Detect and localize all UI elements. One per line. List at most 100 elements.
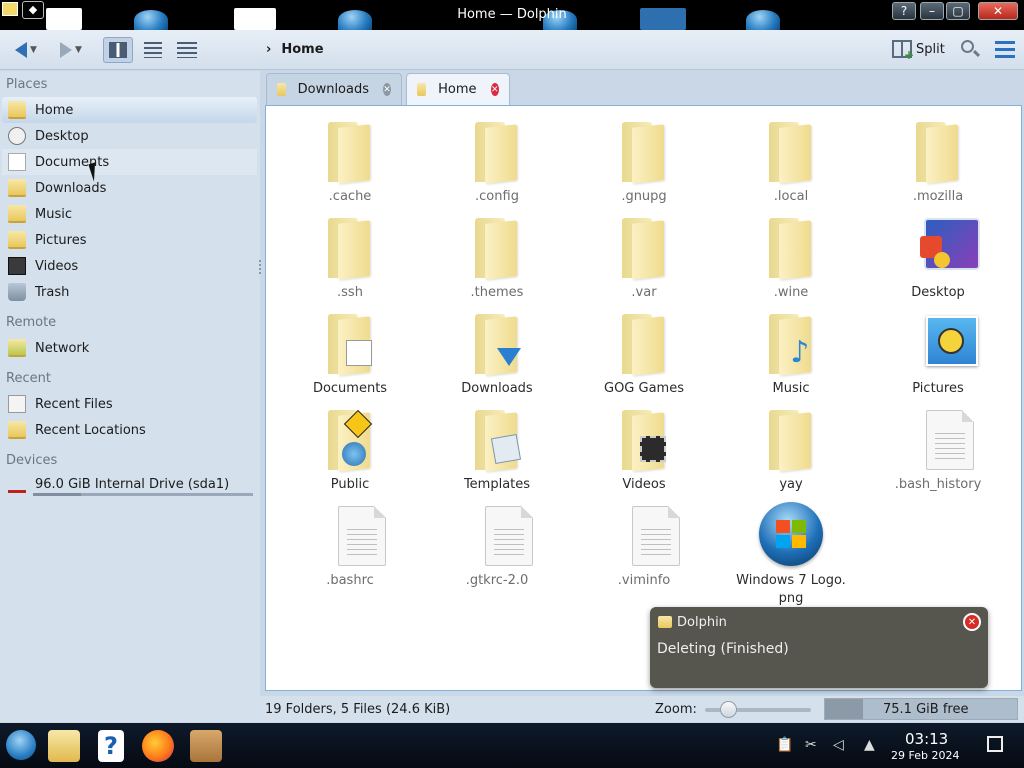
forward-arrow-icon	[60, 42, 73, 58]
desktop-icon	[920, 214, 982, 276]
breadcrumb-home[interactable]: Home	[281, 42, 323, 57]
file-item-documents[interactable]: Documents	[280, 304, 420, 398]
details-view-icon	[177, 42, 197, 58]
sidebar-item-label: Desktop	[35, 128, 89, 144]
file-item-ssh[interactable]: .ssh	[280, 208, 420, 302]
tab-home[interactable]: Home ✕	[406, 73, 510, 105]
file-item-downloads[interactable]: Downloads	[427, 304, 567, 398]
downloads-icon	[8, 179, 26, 197]
clock-time[interactable]: 03:13	[905, 730, 948, 748]
file-name-label: .ssh	[337, 285, 363, 300]
firefox-icon[interactable]	[142, 730, 174, 762]
notification-message: Deleting (Finished)	[657, 641, 789, 657]
sidebar-item-downloads[interactable]: Downloads	[2, 175, 257, 201]
sidebar-item-trash[interactable]: Trash	[2, 279, 257, 305]
file-item-videos[interactable]: Videos	[574, 400, 714, 494]
folder-icon	[328, 314, 372, 376]
file-name-label: Public	[330, 477, 370, 492]
sidebar-item-documents[interactable]: Documents	[2, 149, 257, 175]
volume-icon[interactable]: ◁	[833, 737, 844, 753]
tray-expand-icon[interactable]: ▲	[864, 737, 875, 753]
minimize-button[interactable]: –	[920, 2, 944, 20]
clock-date[interactable]: 29 Feb 2024	[891, 749, 959, 762]
file-item-local[interactable]: .local	[721, 112, 861, 206]
clipboard-icon[interactable]: 📋	[776, 737, 793, 753]
close-tab-icon[interactable]: ✕	[383, 83, 391, 96]
file-item-config[interactable]: .config	[427, 112, 567, 206]
templates-icon	[490, 433, 522, 465]
sidebar-item-music[interactable]: Music	[2, 201, 257, 227]
chevron-down-icon[interactable]: ▼	[30, 45, 37, 55]
back-button[interactable]: ▼	[8, 37, 44, 63]
sidebar-item-videos[interactable]: Videos	[2, 253, 257, 279]
tab-bar: Downloads ✕ Home ✕	[264, 71, 1024, 105]
sidebar-item-recent-files[interactable]: Recent Files	[2, 391, 257, 417]
sidebar-item-label: Music	[35, 206, 72, 222]
compact-view-button[interactable]	[138, 37, 168, 63]
file-view[interactable]: .cache .config .gnupg .local .mozilla .ssh .th…	[265, 105, 1022, 691]
file-item-public[interactable]: Public	[280, 400, 420, 494]
file-name-label: .config	[475, 189, 519, 204]
file-item-windows-7-logo-png[interactable]: Windows 7 Logo. png	[721, 496, 861, 606]
scissors-icon[interactable]: ✂	[805, 737, 817, 753]
file-name-label: GOG Games	[604, 381, 684, 396]
help-button[interactable]: ?	[892, 2, 916, 20]
file-item-bashrc[interactable]: .bashrc	[280, 496, 420, 590]
file-item-cache[interactable]: .cache	[280, 112, 420, 206]
folder-icon	[622, 314, 666, 376]
panel-splitter[interactable]	[259, 260, 263, 274]
file-item-themes[interactable]: .themes	[427, 208, 567, 302]
start-menu-icon[interactable]	[6, 730, 36, 760]
details-view-button[interactable]	[172, 37, 202, 63]
file-item-pictures[interactable]: Pictures	[868, 304, 1008, 398]
file-item-var[interactable]: .var	[574, 208, 714, 302]
pictures-icon	[920, 310, 982, 372]
file-item-bash-history[interactable]: .bash_history	[868, 400, 1008, 494]
sidebar-item-label: Recent Files	[35, 396, 113, 412]
maximize-button[interactable]: ▢	[946, 2, 970, 20]
text-file-icon	[338, 506, 386, 566]
file-item-gog-games[interactable]: GOG Games	[574, 304, 714, 398]
chevron-down-icon[interactable]: ▼	[75, 45, 82, 55]
file-item-music[interactable]: ♪ Music	[721, 304, 861, 398]
search-button[interactable]	[961, 40, 981, 60]
close-notification-icon[interactable]: ✕	[963, 613, 981, 631]
split-button[interactable]: + Split	[892, 40, 945, 61]
help-icon[interactable]: ?	[98, 730, 124, 762]
file-name-label: Documents	[312, 381, 388, 396]
breadcrumb[interactable]: › Home	[266, 42, 324, 57]
desktop-icon	[8, 127, 26, 145]
forward-button[interactable]: ▼	[52, 37, 90, 63]
file-item-gnupg[interactable]: .gnupg	[574, 112, 714, 206]
show-desktop-button[interactable]	[987, 736, 1003, 752]
file-item-gtkrc-2-0[interactable]: .gtkrc-2.0	[427, 496, 567, 590]
sidebar-item-home[interactable]: Home	[2, 97, 257, 123]
file-item-mozilla[interactable]: .mozilla	[868, 112, 1008, 206]
folder-icon	[475, 314, 521, 376]
close-button[interactable]: ✕	[978, 2, 1018, 20]
status-bar: 19 Folders, 5 Files (24.6 KiB) Zoom: 75.…	[0, 696, 1024, 722]
close-tab-icon[interactable]: ✕	[490, 83, 499, 96]
zoom-slider-handle[interactable]	[719, 701, 737, 718]
sidebar-item-network[interactable]: Network	[2, 335, 257, 361]
file-item-templates[interactable]: Templates	[427, 400, 567, 494]
sidebar-item-desktop[interactable]: Desktop	[2, 123, 257, 149]
free-space-indicator[interactable]: 75.1 GiB free	[824, 698, 1018, 720]
recent-files-icon	[8, 395, 26, 413]
tab-downloads[interactable]: Downloads ✕	[266, 73, 402, 105]
file-manager-icon[interactable]	[48, 730, 80, 762]
sidebar-item-pictures[interactable]: Pictures	[2, 227, 257, 253]
file-item-desktop[interactable]: Desktop	[868, 208, 1008, 302]
icons-view-button[interactable]	[103, 37, 133, 63]
file-item-wine[interactable]: .wine	[721, 208, 861, 302]
file-item-viminfo[interactable]: .viminfo	[574, 496, 714, 590]
sidebar-item-label: Documents	[35, 154, 110, 170]
hamburger-menu-icon[interactable]	[995, 41, 1015, 59]
file-name-label: .mozilla	[912, 189, 964, 204]
sidebar-item-recent-locations[interactable]: Recent Locations	[2, 417, 257, 443]
package-icon[interactable]	[190, 730, 222, 762]
file-name-label: .gnupg	[621, 189, 667, 204]
file-item-yay[interactable]: yay	[721, 400, 861, 494]
sidebar-item-label: Videos	[35, 258, 79, 274]
folder-icon	[658, 616, 672, 628]
